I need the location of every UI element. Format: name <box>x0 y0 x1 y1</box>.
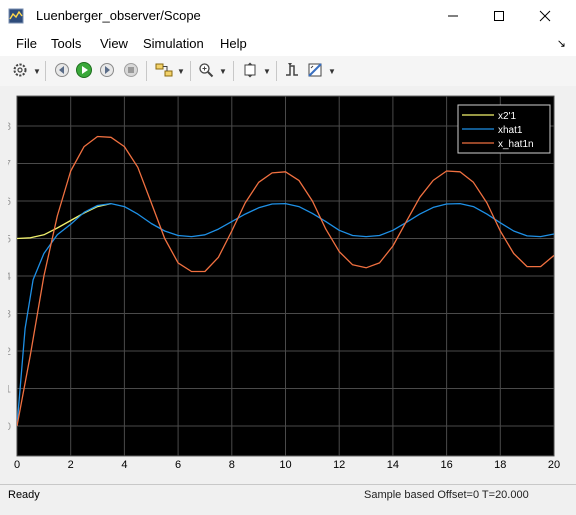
x-tick-label: 0 <box>14 459 20 471</box>
measurements-button[interactable] <box>305 60 325 80</box>
legend-label: xhat1 <box>498 125 523 136</box>
highlight-dropdown-icon[interactable]: ▼ <box>177 67 185 76</box>
toolbar-separator <box>146 61 147 81</box>
x-tick-label: 6 <box>175 459 181 471</box>
maximize-icon <box>494 11 504 21</box>
highlight-block-icon <box>155 63 173 77</box>
x-tick-label: 16 <box>440 459 452 471</box>
x-tick-label: 8 <box>229 459 235 471</box>
gear-icon <box>13 63 27 77</box>
y-tick-label: 1 <box>8 384 11 396</box>
menu-bar: File Tools View Simulation Help ↘ <box>0 32 576 56</box>
autoscale-icon <box>244 62 256 78</box>
status-bar: Ready Sample based Offset=0 T=20.000 <box>0 484 576 515</box>
status-sample-info: Sample based Offset=0 T=20.000 <box>364 489 529 501</box>
autoscale-button[interactable] <box>240 60 260 80</box>
maximize-button[interactable] <box>476 0 522 32</box>
x-tick-label: 2 <box>68 459 74 471</box>
highlight-block-button[interactable] <box>154 60 174 80</box>
menu-tools[interactable]: Tools <box>51 36 81 51</box>
close-icon <box>539 10 551 22</box>
toolbar-separator <box>45 61 46 81</box>
scope-plot-panel: 02468101214161820012345678x2'1xhat1x_hat… <box>5 86 576 484</box>
step-back-button[interactable] <box>52 60 72 80</box>
y-tick-label: 6 <box>8 196 11 208</box>
measurements-dropdown-icon[interactable]: ▼ <box>328 67 336 76</box>
zoom-dropdown-icon[interactable]: ▼ <box>219 67 227 76</box>
step-forward-button[interactable] <box>97 60 117 80</box>
menu-file[interactable]: File <box>16 36 37 51</box>
toolbar-separator <box>190 61 191 81</box>
toolbar-separator <box>276 61 277 81</box>
x-tick-label: 20 <box>548 459 560 471</box>
menu-view[interactable]: View <box>100 36 128 51</box>
legend-label: x_hat1n <box>498 139 534 150</box>
zoom-button[interactable] <box>196 60 216 80</box>
step-back-icon <box>55 63 69 77</box>
y-tick-label: 4 <box>8 271 11 283</box>
settings-dropdown-icon[interactable]: ▼ <box>33 67 41 76</box>
dock-arrow-icon[interactable]: ↘ <box>557 37 566 50</box>
y-tick-label: 8 <box>8 121 11 133</box>
run-icon <box>76 62 92 78</box>
y-tick-label: 7 <box>8 159 11 171</box>
x-tick-label: 12 <box>333 459 345 471</box>
y-tick-label: 2 <box>8 346 11 358</box>
x-tick-label: 10 <box>279 459 291 471</box>
measurements-icon <box>308 63 322 77</box>
title-bar: Luenberger_observer/Scope <box>0 0 576 32</box>
close-button[interactable] <box>522 0 568 32</box>
toolbar: ▼ ▼ ▼ ▼ ▼ <box>0 56 576 87</box>
matlab-scope-icon <box>8 8 24 24</box>
menu-simulation[interactable]: Simulation <box>143 36 204 51</box>
status-ready: Ready <box>8 489 40 501</box>
triggers-icon <box>286 63 298 76</box>
stop-button[interactable] <box>121 60 141 80</box>
legend-label: x2'1 <box>498 111 516 122</box>
x-tick-label: 14 <box>387 459 399 471</box>
x-tick-label: 18 <box>494 459 506 471</box>
stop-icon <box>124 63 138 77</box>
run-button[interactable] <box>74 60 94 80</box>
menu-help[interactable]: Help <box>220 36 247 51</box>
x-tick-label: 4 <box>121 459 127 471</box>
step-forward-icon <box>100 63 114 77</box>
y-tick-label: 5 <box>8 234 11 246</box>
settings-button[interactable] <box>10 60 30 80</box>
y-tick-label: 0 <box>8 421 11 433</box>
scope-plot[interactable]: 02468101214161820012345678x2'1xhat1x_hat… <box>5 86 576 484</box>
minimize-icon <box>448 15 458 17</box>
zoom-icon <box>199 63 214 78</box>
window-title: Luenberger_observer/Scope <box>36 8 201 23</box>
toolbar-separator <box>233 61 234 81</box>
minimize-button[interactable] <box>430 0 476 32</box>
triggers-button[interactable] <box>282 60 302 80</box>
y-tick-label: 3 <box>8 309 11 321</box>
autoscale-dropdown-icon[interactable]: ▼ <box>263 67 271 76</box>
